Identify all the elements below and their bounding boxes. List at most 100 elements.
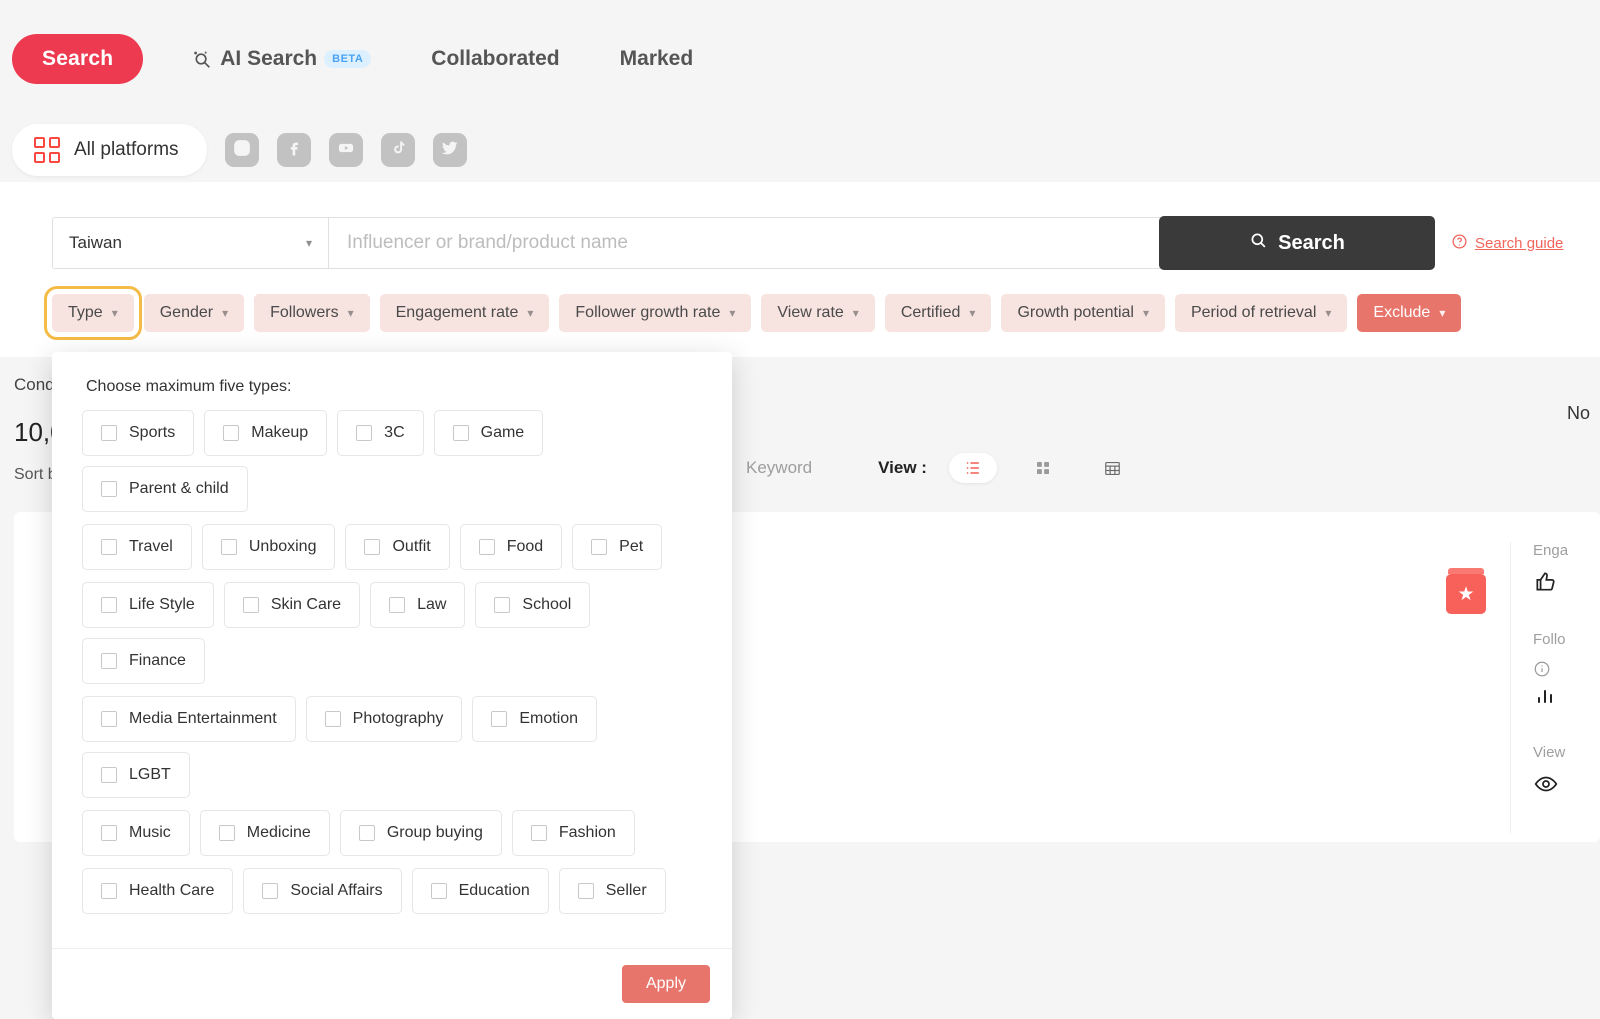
type-option-seller[interactable]: Seller: [559, 868, 666, 914]
checkbox-icon[interactable]: [591, 539, 607, 555]
platform-instagram[interactable]: [225, 133, 259, 167]
checkbox-icon[interactable]: [221, 539, 237, 555]
apply-button[interactable]: Apply: [622, 965, 710, 1003]
checkbox-icon[interactable]: [262, 883, 278, 899]
checkbox-icon[interactable]: [243, 597, 259, 613]
platform-tiktok[interactable]: [381, 133, 415, 167]
platform-twitter[interactable]: [433, 133, 467, 167]
country-select[interactable]: Taiwan ▾: [52, 217, 328, 269]
tab-ai-search[interactable]: AI Search BETA: [169, 37, 393, 81]
info-icon[interactable]: [1533, 658, 1600, 684]
checkbox-icon[interactable]: [531, 825, 547, 841]
type-option-pet[interactable]: Pet: [572, 524, 662, 570]
type-option-label: Media Entertainment: [129, 710, 277, 728]
type-option-label: Emotion: [519, 710, 578, 728]
platform-facebook[interactable]: [277, 133, 311, 167]
filter-chip-gender[interactable]: Gender ▾: [144, 294, 244, 332]
type-option-food[interactable]: Food: [460, 524, 562, 570]
grid-view-icon[interactable]: [1019, 453, 1067, 483]
type-option-health-care[interactable]: Health Care: [82, 868, 233, 914]
checkbox-icon[interactable]: [389, 597, 405, 613]
checkbox-icon[interactable]: [219, 825, 235, 841]
metric-column: Enga Follo: [1510, 542, 1600, 833]
filter-chip-label: Engagement rate: [396, 304, 519, 322]
search-input[interactable]: [328, 217, 1160, 269]
notice-text: No: [1567, 403, 1590, 424]
type-option-travel[interactable]: Travel: [82, 524, 192, 570]
checkbox-icon[interactable]: [479, 539, 495, 555]
list-view-icon[interactable]: [949, 453, 997, 483]
type-option-music[interactable]: Music: [82, 810, 190, 856]
filter-chip-growth-potential[interactable]: Growth potential ▾: [1001, 294, 1165, 332]
checkbox-icon[interactable]: [431, 883, 447, 899]
filter-chip-type[interactable]: Type ▾: [52, 294, 134, 332]
type-option-finance[interactable]: Finance: [82, 638, 205, 684]
filter-chip-follower-growth-rate[interactable]: Follower growth rate ▾: [559, 294, 751, 332]
type-option-label: Photography: [353, 710, 444, 728]
checkbox-icon[interactable]: [491, 711, 507, 727]
type-option-life-style[interactable]: Life Style: [82, 582, 214, 628]
type-option-school[interactable]: School: [475, 582, 590, 628]
search-button-label: Search: [1278, 232, 1345, 255]
checkbox-icon[interactable]: [101, 883, 117, 899]
tab-search[interactable]: Search: [12, 34, 143, 84]
filter-chip-label: Follower growth rate: [575, 304, 720, 322]
type-option-game[interactable]: Game: [434, 410, 544, 456]
type-option-education[interactable]: Education: [412, 868, 549, 914]
checkbox-icon[interactable]: [101, 767, 117, 783]
type-option-skin-care[interactable]: Skin Care: [224, 582, 360, 628]
table-view-icon[interactable]: [1089, 453, 1137, 483]
type-option-label: School: [522, 596, 571, 614]
type-option-label: Health Care: [129, 882, 214, 900]
type-option-row: Media Entertainment Photography Emotion …: [82, 696, 714, 798]
type-option-makeup[interactable]: Makeup: [204, 410, 327, 456]
checkbox-icon[interactable]: [364, 539, 380, 555]
type-option-media-entertainment[interactable]: Media Entertainment: [82, 696, 296, 742]
platform-youtube[interactable]: [329, 133, 363, 167]
filter-chip-period-of-retrieval[interactable]: Period of retrieval ▾: [1175, 294, 1347, 332]
type-option-outfit[interactable]: Outfit: [345, 524, 449, 570]
checkbox-icon[interactable]: [101, 481, 117, 497]
filter-chip-label: Period of retrieval: [1191, 304, 1316, 322]
checkbox-icon[interactable]: [325, 711, 341, 727]
tab-marked[interactable]: Marked: [598, 37, 716, 81]
checkbox-icon[interactable]: [578, 883, 594, 899]
type-option-group-buying[interactable]: Group buying: [340, 810, 502, 856]
checkbox-icon[interactable]: [453, 425, 469, 441]
type-option-photography[interactable]: Photography: [306, 696, 463, 742]
type-option-medicine[interactable]: Medicine: [200, 810, 330, 856]
checkbox-icon[interactable]: [101, 425, 117, 441]
checkbox-icon[interactable]: [101, 653, 117, 669]
bookmark-star-icon[interactable]: ★: [1446, 574, 1486, 614]
checkbox-icon[interactable]: [101, 825, 117, 841]
checkbox-icon[interactable]: [101, 711, 117, 727]
type-option-fashion[interactable]: Fashion: [512, 810, 635, 856]
checkbox-icon[interactable]: [223, 425, 239, 441]
metric-label: Follo: [1533, 631, 1600, 648]
type-option-3c[interactable]: 3C: [337, 410, 423, 456]
type-option-law[interactable]: Law: [370, 582, 465, 628]
search-guide-link[interactable]: Search guide: [1451, 233, 1563, 254]
platform-all[interactable]: All platforms: [12, 124, 207, 176]
type-option-sports[interactable]: Sports: [82, 410, 194, 456]
type-option-social-affairs[interactable]: Social Affairs: [243, 868, 401, 914]
type-option-parent-child[interactable]: Parent & child: [82, 466, 248, 512]
checkbox-icon[interactable]: [359, 825, 375, 841]
filter-chip-view-rate[interactable]: View rate ▾: [761, 294, 874, 332]
search-button[interactable]: Search: [1159, 216, 1435, 270]
checkbox-icon[interactable]: [101, 539, 117, 555]
filter-chip-engagement-rate[interactable]: Engagement rate ▾: [380, 294, 550, 332]
search-row: Taiwan ▾ Search Search guide: [0, 216, 1600, 270]
filter-chip-exclude[interactable]: Exclude ▾: [1357, 294, 1461, 332]
checkbox-icon[interactable]: [101, 597, 117, 613]
type-option-emotion[interactable]: Emotion: [472, 696, 597, 742]
checkbox-icon[interactable]: [494, 597, 510, 613]
type-option-lgbt[interactable]: LGBT: [82, 752, 190, 798]
type-option-unboxing[interactable]: Unboxing: [202, 524, 336, 570]
filter-chip-label: Growth potential: [1017, 304, 1134, 322]
filter-chip-followers[interactable]: Followers ▾: [254, 294, 370, 332]
filter-chip-label: View rate: [777, 304, 843, 322]
tab-collaborated[interactable]: Collaborated: [409, 37, 581, 81]
filter-chip-certified[interactable]: Certified ▾: [885, 294, 992, 332]
checkbox-icon[interactable]: [356, 425, 372, 441]
